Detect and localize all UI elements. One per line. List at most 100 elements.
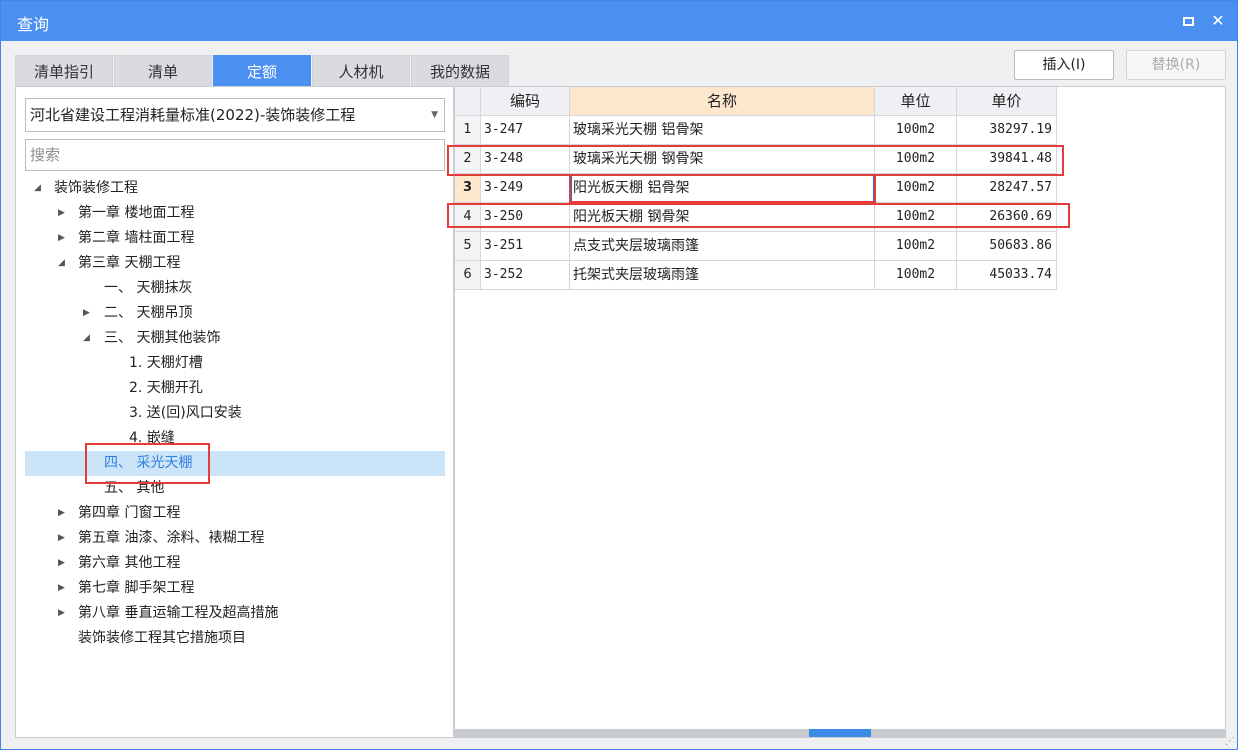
cell-name[interactable]: 点支式夹层玻璃雨篷 bbox=[570, 232, 875, 261]
cell-unit[interactable]: 100m2 bbox=[875, 174, 957, 203]
tree-node-chapter-8[interactable]: ▶ 第八章 垂直运输工程及超高措施 bbox=[25, 601, 445, 626]
collapse-icon: ◢ bbox=[58, 258, 65, 268]
column-header-unit[interactable]: 单位 bbox=[875, 87, 957, 116]
tree-label: 第一章 楼地面工程 bbox=[78, 205, 195, 221]
tree-label: 五、 其他 bbox=[104, 480, 165, 496]
cell-price[interactable]: 38297.19 bbox=[957, 116, 1057, 145]
cell-name[interactable]: 玻璃采光天棚 钢骨架 bbox=[570, 145, 875, 174]
expand-icon: ▶ bbox=[58, 208, 65, 218]
tree-label: 第四章 门窗工程 bbox=[78, 505, 181, 521]
tab-quota[interactable]: 定额 bbox=[213, 55, 311, 87]
tab-my-data[interactable]: 我的数据 bbox=[411, 55, 509, 87]
tree-node-item-3[interactable]: 3. 送(回)风口安装 bbox=[25, 401, 445, 426]
cell-unit[interactable]: 100m2 bbox=[875, 203, 957, 232]
cell-code[interactable]: 3-251 bbox=[481, 232, 570, 261]
search-input[interactable] bbox=[25, 139, 445, 171]
cell-price[interactable]: 45033.74 bbox=[957, 261, 1057, 290]
tree-node-chapter-6[interactable]: ▶ 第六章 其他工程 bbox=[25, 551, 445, 576]
cell-unit[interactable]: 100m2 bbox=[875, 261, 957, 290]
cell-unit[interactable]: 100m2 bbox=[875, 116, 957, 145]
scrollbar-thumb[interactable] bbox=[809, 729, 871, 737]
cell-code[interactable]: 3-250 bbox=[481, 203, 570, 232]
tree-label: 第三章 天棚工程 bbox=[78, 255, 181, 271]
tree-node-section-1[interactable]: 一、 天棚抹灰 bbox=[25, 276, 445, 301]
tree-node-section-2[interactable]: ▶ 二、 天棚吊顶 bbox=[25, 301, 445, 326]
row-number[interactable]: 6 bbox=[455, 261, 481, 290]
tree-node-section-4[interactable]: 四、 采光天棚 bbox=[25, 451, 445, 476]
row-number[interactable]: 4 bbox=[455, 203, 481, 232]
horizontal-scrollbar[interactable] bbox=[455, 729, 1225, 737]
tree-node-item-1[interactable]: 1. 天棚灯槽 bbox=[25, 351, 445, 376]
query-dialog: 查询 ✕ 清单指引 清单 定额 人材机 我的数据 插入(I) 替换(R) 河北省… bbox=[0, 0, 1238, 750]
tree-label: 二、 天棚吊顶 bbox=[104, 305, 193, 321]
collapse-icon: ◢ bbox=[34, 183, 41, 193]
row-number[interactable]: 5 bbox=[455, 232, 481, 261]
expand-icon: ▶ bbox=[58, 583, 65, 593]
expand-icon: ▶ bbox=[58, 608, 65, 618]
tab-list-guide[interactable]: 清单指引 bbox=[15, 55, 113, 87]
tree-label: 第七章 脚手架工程 bbox=[78, 580, 195, 596]
tab-list[interactable]: 清单 bbox=[114, 55, 212, 87]
row-number[interactable]: 2 bbox=[455, 145, 481, 174]
column-header-price[interactable]: 单价 bbox=[957, 87, 1057, 116]
tree-label: 1. 天棚灯槽 bbox=[129, 355, 203, 371]
cell-code[interactable]: 3-249 bbox=[481, 174, 570, 203]
tree-node-chapter-1[interactable]: ▶ 第一章 楼地面工程 bbox=[25, 201, 445, 226]
cell-name[interactable]: 托架式夹层玻璃雨篷 bbox=[570, 261, 875, 290]
tree-label: 第五章 油漆、涂料、裱糊工程 bbox=[78, 530, 265, 546]
expand-icon: ▶ bbox=[58, 508, 65, 518]
row-number-current[interactable]: 3 bbox=[455, 174, 481, 203]
tree-node-section-3[interactable]: ◢ 三、 天棚其他装饰 bbox=[25, 326, 445, 351]
cell-code[interactable]: 3-252 bbox=[481, 261, 570, 290]
cell-price[interactable]: 50683.86 bbox=[957, 232, 1057, 261]
tree-label: 装饰装修工程 bbox=[54, 180, 138, 196]
expand-icon: ▶ bbox=[58, 558, 65, 568]
cell-name-focused[interactable]: 阳光板天棚 铝骨架 bbox=[570, 174, 875, 203]
cell-price[interactable]: 26360.69 bbox=[957, 203, 1057, 232]
column-header-code[interactable]: 编码 bbox=[481, 87, 570, 116]
close-icon: ✕ bbox=[1211, 11, 1225, 30]
cell-name[interactable]: 玻璃采光天棚 铝骨架 bbox=[570, 116, 875, 145]
row-number[interactable]: 1 bbox=[455, 116, 481, 145]
tree-node-section-5[interactable]: 五、 其他 bbox=[25, 476, 445, 501]
cell-unit[interactable]: 100m2 bbox=[875, 145, 957, 174]
tree-node-chapter-4[interactable]: ▶ 第四章 门窗工程 bbox=[25, 501, 445, 526]
cell-price[interactable]: 39841.48 bbox=[957, 145, 1057, 174]
tab-materials[interactable]: 人材机 bbox=[312, 55, 410, 87]
library-select-value: 河北省建设工程消耗量标准(2022)-装饰装修工程 bbox=[30, 106, 356, 124]
tree-node-chapter-2[interactable]: ▶ 第二章 墙柱面工程 bbox=[25, 226, 445, 251]
maximize-icon bbox=[1182, 17, 1194, 26]
insert-button[interactable]: 插入(I) bbox=[1014, 50, 1114, 80]
tree-node-item-2[interactable]: 2. 天棚开孔 bbox=[25, 376, 445, 401]
title-bar: 查询 ✕ bbox=[1, 1, 1237, 41]
expand-icon: ▶ bbox=[58, 233, 65, 243]
maximize-button[interactable] bbox=[1177, 10, 1199, 32]
cell-price[interactable]: 28247.57 bbox=[957, 174, 1057, 203]
column-header-name[interactable]: 名称 bbox=[570, 87, 875, 116]
expand-icon: ▶ bbox=[83, 308, 90, 318]
replace-button[interactable]: 替换(R) bbox=[1126, 50, 1226, 80]
tree-node-chapter-5[interactable]: ▶ 第五章 油漆、涂料、裱糊工程 bbox=[25, 526, 445, 551]
cell-code[interactable]: 3-247 bbox=[481, 116, 570, 145]
expand-icon: ▶ bbox=[58, 533, 65, 543]
close-button[interactable]: ✕ bbox=[1207, 10, 1229, 32]
window-title: 查询 bbox=[17, 15, 50, 34]
dropdown-arrow-icon: ▼ bbox=[431, 110, 438, 120]
tree-label: 三、 天棚其他装饰 bbox=[104, 330, 221, 346]
tree-label: 第八章 垂直运输工程及超高措施 bbox=[78, 605, 279, 621]
tree-node-chapter-7[interactable]: ▶ 第七章 脚手架工程 bbox=[25, 576, 445, 601]
tree-node-item-4[interactable]: 4. 嵌缝 bbox=[25, 426, 445, 451]
tree-label: 四、 采光天棚 bbox=[104, 455, 193, 471]
cell-code[interactable]: 3-248 bbox=[481, 145, 570, 174]
tree-node-chapter-3[interactable]: ◢ 第三章 天棚工程 bbox=[25, 251, 445, 276]
header-corner bbox=[455, 87, 481, 116]
cell-unit[interactable]: 100m2 bbox=[875, 232, 957, 261]
library-select[interactable]: 河北省建设工程消耗量标准(2022)-装饰装修工程 ▼ bbox=[25, 98, 445, 132]
tree-label: 一、 天棚抹灰 bbox=[104, 280, 193, 296]
tree-node-other-measures[interactable]: 装饰装修工程其它措施项目 bbox=[25, 626, 445, 651]
cell-name[interactable]: 阳光板天棚 钢骨架 bbox=[570, 203, 875, 232]
tree-node-root[interactable]: ◢ 装饰装修工程 bbox=[25, 176, 445, 201]
resize-grip-icon[interactable]: ⋰ bbox=[1225, 736, 1235, 747]
tree-label: 装饰装修工程其它措施项目 bbox=[78, 630, 246, 646]
category-panel: 河北省建设工程消耗量标准(2022)-装饰装修工程 ▼ ◢ 装饰装修工程 ▶ 第一章… bbox=[15, 86, 454, 738]
